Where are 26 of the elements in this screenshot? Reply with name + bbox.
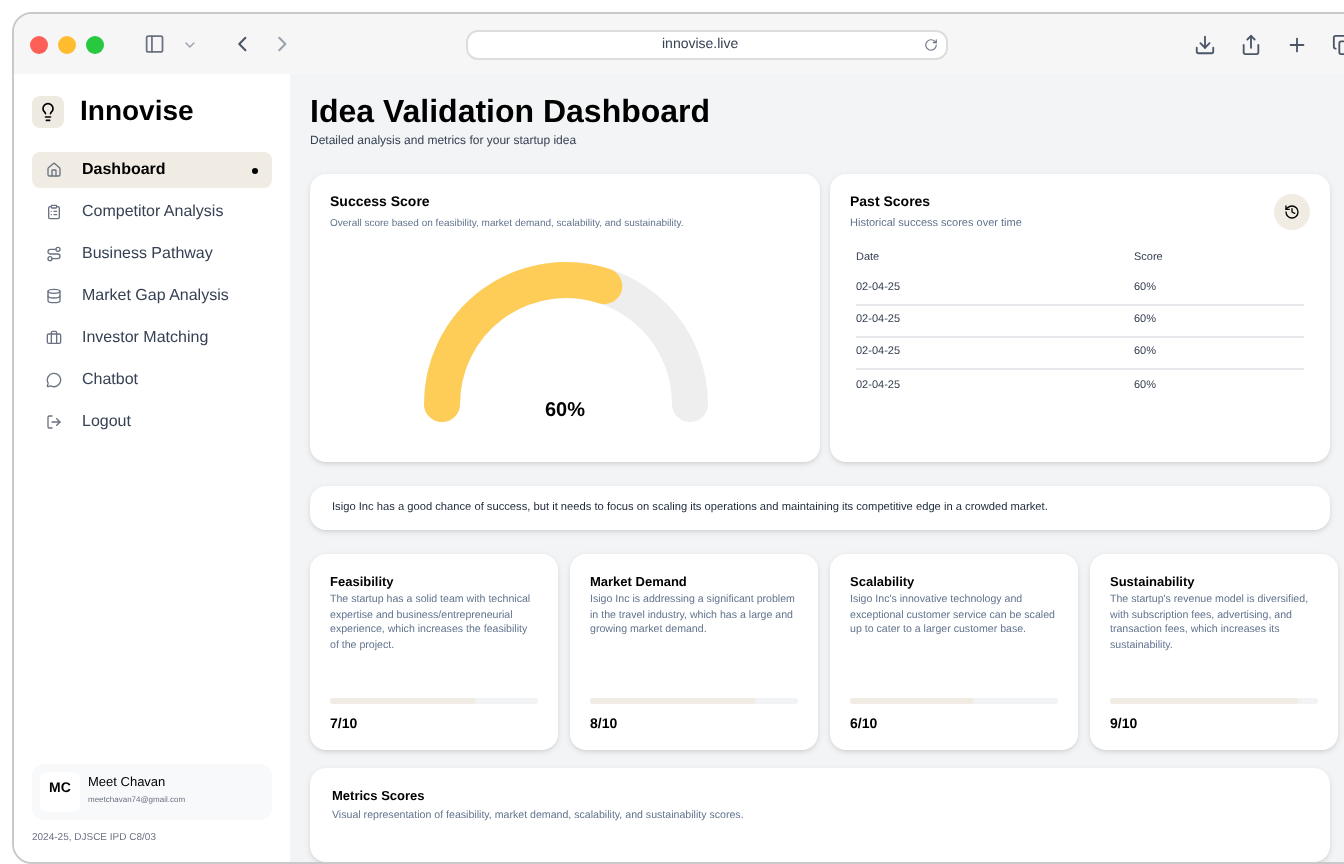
sidebar-toggle-icon[interactable] [144, 32, 166, 56]
briefcase-icon [46, 330, 62, 346]
share-icon[interactable] [1239, 33, 1262, 55]
database-icon [46, 288, 62, 304]
page-title: Idea Validation Dashboard [310, 94, 713, 134]
close-window-button[interactable] [30, 35, 48, 53]
new-tab-icon[interactable] [1285, 33, 1308, 55]
clipboard-icon [46, 204, 62, 220]
sidebar-item[interactable]: Logout [32, 404, 272, 440]
sidebar-item[interactable]: Business Pathway [32, 236, 272, 272]
lightbulb-icon [38, 101, 58, 121]
history-icon [1284, 204, 1300, 220]
sidebar-item[interactable]: Competitor Analysis [32, 194, 272, 230]
reload-icon[interactable] [923, 37, 938, 51]
sidebar-item[interactable]: Chatbot [32, 362, 272, 398]
logout-icon [46, 414, 62, 430]
home-icon [46, 162, 62, 178]
sidebar-item[interactable]: Dashboard [32, 152, 272, 188]
route-icon [46, 246, 62, 262]
sidebar-item[interactable]: Market Gap Analysis [32, 278, 272, 314]
score-value: 60% [542, 398, 587, 426]
chat-icon [46, 372, 62, 388]
sidebar-item[interactable]: Investor Matching [32, 320, 272, 356]
download-icon[interactable] [1193, 33, 1216, 55]
history-button[interactable] [1274, 194, 1310, 230]
brand-name: Innovise [80, 92, 194, 130]
